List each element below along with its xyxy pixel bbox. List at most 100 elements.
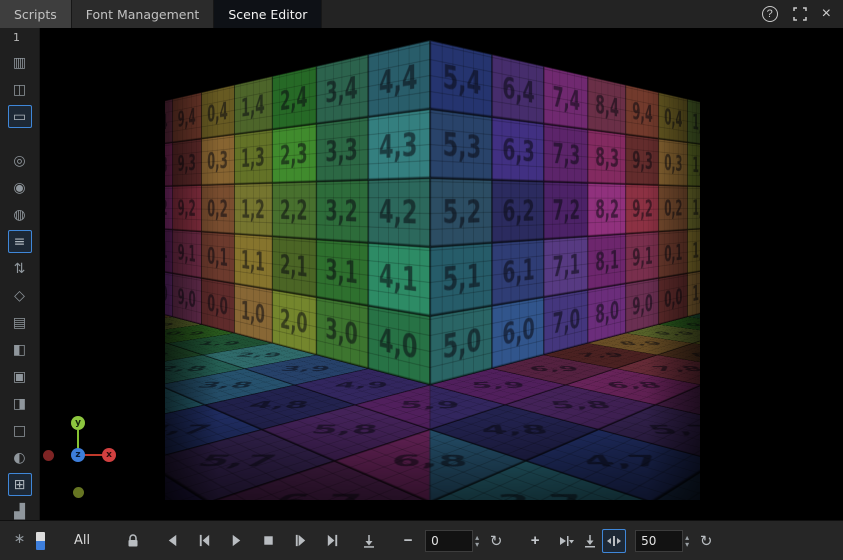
increment-frame-button[interactable]: +	[523, 529, 547, 553]
dual-view-tool[interactable]: ◫	[8, 78, 32, 101]
scene-tile-label: 0,4	[207, 97, 228, 129]
scene-tile-label: 0,4	[664, 103, 682, 132]
scene-tile-label: 6,0	[502, 311, 534, 353]
scene-tile: 7,4	[544, 66, 588, 130]
tab-list: ScriptsFont ManagementScene Editor	[0, 0, 322, 28]
scene-tile-label: 9,1	[632, 242, 653, 272]
reset-frame-icon[interactable]: ↻	[484, 529, 508, 553]
scene-tile-label: 7,9	[575, 352, 627, 358]
scene-tile-label: 4,8	[480, 423, 551, 437]
scene-tile-label: 9,3	[632, 146, 653, 176]
go-to-end-button[interactable]	[320, 529, 344, 553]
scene-tile-label: 5,1	[442, 257, 481, 300]
range-mode-icon[interactable]	[602, 529, 626, 553]
scene-tile-label: 7,0	[552, 303, 580, 341]
lock-icon[interactable]	[121, 529, 145, 553]
tab-font-management[interactable]: Font Management	[72, 0, 215, 28]
help-icon[interactable]: ?	[762, 6, 778, 22]
scene-tile-label: 9,1	[178, 239, 196, 267]
play-backward-button[interactable]	[160, 529, 184, 553]
scene-tile: 8,2	[588, 183, 626, 236]
scene-tile: 9,4	[626, 85, 659, 139]
scene-tile: 8,2	[165, 186, 173, 230]
scene-tile: 8,0	[588, 284, 626, 344]
scene-tile: 3,0	[316, 297, 368, 368]
scene-tile-label: 9,4	[632, 97, 653, 129]
scene-tile: 9,0	[626, 278, 659, 333]
scene-tile: 8,1	[165, 228, 173, 273]
scene-tile-label: 9,0	[178, 283, 196, 313]
adjust-sliders-tool[interactable]: ≡	[8, 230, 32, 253]
scene-tile-label: 9,9	[165, 323, 178, 327]
scene-tile-label: 0,2	[207, 195, 228, 223]
scene-tile-label: 8,9	[616, 341, 665, 347]
timeline-mini-icon[interactable]	[36, 532, 45, 550]
speed-stepper-down-icon[interactable]: ▾	[685, 541, 689, 548]
scene-tile-label: 6,1	[502, 252, 534, 291]
scene-tile-label: 2,8	[165, 365, 212, 373]
scene-tile: 2,2	[272, 182, 316, 240]
tile-grid-tool[interactable]: ⊞	[8, 473, 32, 496]
jump-to-time-icon[interactable]	[357, 529, 381, 553]
film-strip-tool[interactable]: ▤	[8, 311, 32, 334]
scene-tile-label: 8,4	[595, 89, 619, 123]
frame-stepper[interactable]: ▴ ▾	[475, 534, 479, 548]
play-button[interactable]	[224, 529, 248, 553]
reorder-tool[interactable]: ⇅	[8, 257, 32, 280]
scene-tile: 9,1	[173, 230, 202, 278]
reset-speed-icon[interactable]: ↻	[694, 529, 718, 553]
frame-stepper-down-icon[interactable]: ▾	[475, 541, 479, 548]
light-tool[interactable]: ◍	[8, 203, 32, 226]
render-canvas[interactable]: 6,47,48,49,40,41,42,43,44,46,37,38,39,30…	[165, 40, 700, 500]
scene-tile: 7,3	[544, 124, 588, 183]
stats-tool[interactable]: ▟	[8, 500, 32, 523]
step-forward-button[interactable]	[288, 529, 312, 553]
scene-tile-label: 5,4	[442, 57, 481, 102]
scene-tile-label: 2,9	[233, 352, 285, 358]
frame-input[interactable]	[425, 530, 473, 552]
next-keyframe-icon[interactable]	[554, 529, 578, 553]
scene-tile: 5,4	[430, 40, 492, 117]
scene-tile-label: 5,7	[193, 452, 282, 470]
scene-tile-label: 4,8	[245, 399, 312, 410]
scene-tile-label: 7,2	[552, 194, 580, 227]
scene-tile-label: 3,7	[495, 490, 591, 500]
tab-scene-editor[interactable]: Scene Editor	[214, 0, 322, 28]
scene-tile: 9,4	[173, 92, 202, 142]
go-to-start-button[interactable]	[192, 529, 216, 553]
effects-tool[interactable]: ∗	[8, 527, 32, 550]
scene-tile: 0,3	[659, 139, 688, 186]
capture-tool[interactable]: ◉	[8, 176, 32, 199]
properties-tool[interactable]: ▥	[8, 51, 32, 74]
drop-keyframe-icon[interactable]	[578, 529, 602, 553]
scene-tile-label: 8,1	[595, 245, 619, 278]
speed-stepper[interactable]: ▴ ▾	[685, 534, 689, 548]
speed-input[interactable]	[635, 530, 683, 552]
shading-tool[interactable]: ◐	[8, 446, 32, 469]
bounds-tool[interactable]: □	[8, 419, 32, 442]
scene-tile: 1,1	[234, 234, 272, 290]
scene-tile-label: 4,4	[379, 57, 418, 102]
scene-tile-label: 4,0	[379, 321, 418, 368]
scene-tile-label: 0,2	[664, 195, 682, 222]
scene-tile: 2,3	[272, 124, 316, 183]
scene-tile-label: 4,7	[579, 452, 668, 470]
panel-tool[interactable]: ◨	[8, 392, 32, 415]
decrement-frame-button[interactable]: −	[396, 529, 420, 553]
stop-button[interactable]	[256, 529, 280, 553]
scope-selector[interactable]: All	[74, 533, 90, 548]
scene-tile-label: 5,8	[548, 399, 615, 410]
render-view-tool[interactable]: ▭	[8, 105, 32, 128]
layers-tool[interactable]: ◧	[8, 338, 32, 361]
maximize-icon[interactable]	[793, 7, 807, 21]
scene-tile-label: 3,9	[279, 365, 333, 373]
camera-tool[interactable]: ◎	[8, 149, 32, 172]
gizmo-tool[interactable]: ◇	[8, 284, 32, 307]
scene-tile-label: 7,1	[552, 248, 580, 283]
scene-tile-label: 7,4	[552, 80, 580, 117]
scene-viewport[interactable]: 6,47,48,49,40,41,42,43,44,46,37,38,39,30…	[40, 28, 843, 520]
viewport-tool[interactable]: ▣	[8, 365, 32, 388]
close-icon[interactable]: ×	[822, 6, 831, 22]
right-wall: 5,46,47,48,49,40,41,42,43,44,45,36,37,38…	[430, 40, 700, 385]
tab-scripts[interactable]: Scripts	[0, 0, 72, 28]
